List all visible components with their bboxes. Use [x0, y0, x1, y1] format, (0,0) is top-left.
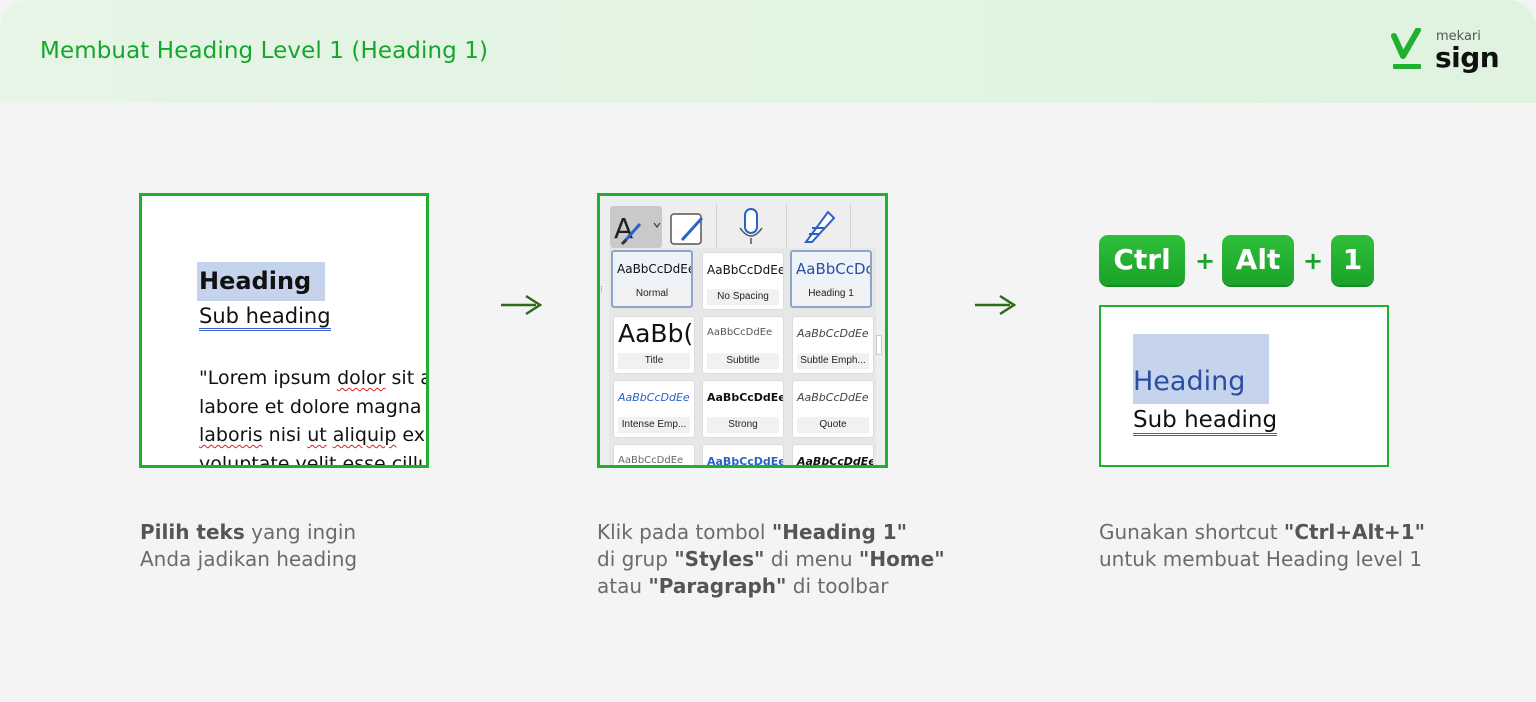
checkmark-logo-icon — [1391, 28, 1421, 69]
style-sample: AaBbCcDdEe — [618, 391, 690, 404]
heading-1-text: Heading — [1133, 334, 1269, 404]
caption-text: di menu — [764, 547, 859, 571]
body-line: voluptate velit esse cillu — [199, 452, 429, 468]
style-sample: AaBbCcDdEe — [618, 455, 684, 466]
style-sample: AaBbCcDdEe — [707, 391, 783, 404]
caption-text: untuk membuat Heading level 1 — [1099, 547, 1423, 571]
page-title: Membuat Heading Level 1 (Heading 1) — [40, 38, 489, 64]
caption-text: Gunakan shortcut — [1099, 520, 1284, 544]
style-label: Intense Emp... — [618, 417, 690, 433]
style-subtitle[interactable]: AaBbCcDdEe Subtitle — [702, 316, 784, 374]
toolbar-separator — [850, 204, 851, 248]
style-more-1[interactable]: AaBbCcDdEe — [613, 444, 695, 466]
style-more-2[interactable]: AaBbCcDdEe — [702, 444, 784, 468]
plus-sign: + — [1195, 247, 1216, 275]
style-label: Quote — [797, 417, 869, 433]
style-sample: AaBbCcDdEe — [617, 262, 691, 276]
ruler-mark: ⁝ — [600, 284, 603, 294]
style-more-3[interactable]: AaBbCcDdEe — [792, 444, 874, 468]
editor-button[interactable] — [798, 206, 842, 248]
body-line: labore et dolore magna — [199, 395, 422, 418]
document-preview-heading-applied: Heading Sub heading — [1099, 305, 1389, 467]
style-quote[interactable]: AaBbCcDdEe Quote — [792, 380, 874, 438]
style-label: No Spacing — [707, 289, 779, 305]
caption-bold: "Styles" — [674, 547, 765, 571]
style-normal[interactable]: AaBbCcDdEe Normal — [611, 250, 693, 308]
style-label: Title — [618, 353, 690, 369]
subheading-text: Sub heading — [199, 304, 331, 331]
gallery-scroll-handle[interactable] — [876, 335, 882, 355]
style-sample: AaBbCcDdEe — [707, 263, 783, 277]
caption-bold: "Paragraph" — [648, 574, 787, 598]
style-label: Heading 1 — [796, 286, 866, 302]
step1-caption: Pilih teks yang ingin Anda jadikan headi… — [140, 519, 357, 573]
styles-pane-button[interactable] — [668, 206, 708, 248]
editor-pen-icon — [804, 210, 836, 243]
style-sample: AaBbCcDdEe — [797, 455, 873, 468]
styles-pane-icon — [670, 213, 704, 245]
step3-caption: Gunakan shortcut "Ctrl+Alt+1" untuk memb… — [1099, 519, 1425, 573]
caption-text: yang ingin — [244, 520, 357, 544]
caption-bold: Pilih teks — [140, 520, 245, 544]
style-label: Subtitle — [707, 353, 779, 369]
style-sample: AaBbCcDdEe — [707, 455, 783, 468]
caption-text: Klik pada tombol — [597, 520, 772, 544]
document-preview-select-text: Heading Sub heading "Lorem ipsum dolor s… — [139, 193, 429, 468]
body-line: laboris nisi ut aliquip ex — [199, 424, 426, 446]
caption-text: di toolbar — [786, 574, 889, 598]
lorem-body-text: "Lorem ipsum dolor sit a labore et dolor… — [199, 364, 429, 468]
style-sample: AaBbCcDdEe — [707, 327, 773, 338]
subheading-text: Sub heading — [1133, 407, 1278, 436]
caption-bold: "Ctrl+Alt+1" — [1283, 520, 1426, 544]
caption-bold: "Heading 1" — [771, 520, 908, 544]
dictate-button[interactable] — [732, 206, 772, 248]
header-bar: Membuat Heading Level 1 (Heading 1) meka… — [0, 0, 1536, 103]
text-style-button[interactable]: A — [610, 206, 662, 248]
text-style-icon: A — [614, 212, 661, 246]
toolbar-separator — [716, 204, 717, 248]
style-sample: AaBbCcDdEe — [797, 391, 869, 404]
style-heading-1[interactable]: AaBbCcDc Heading 1 — [790, 250, 872, 308]
caption-text: Anda jadikan heading — [140, 547, 358, 571]
word-styles-gallery: A ⁝ AaBbCcDdEe Normal AaBbCcDdEe No Spac… — [597, 193, 888, 468]
microphone-icon — [739, 208, 763, 244]
style-sample: AaBbCcDdEe — [797, 327, 869, 340]
style-strong[interactable]: AaBbCcDdEe Strong — [702, 380, 784, 438]
key-1: 1 — [1331, 235, 1374, 285]
logo-text-big: sign — [1435, 41, 1500, 74]
plus-sign: + — [1303, 247, 1324, 275]
style-subtle-emphasis[interactable]: AaBbCcDdEe Subtle Emph... — [792, 316, 874, 374]
style-label: Subtle Emph... — [797, 353, 869, 369]
body-line: "Lorem ipsum dolor sit a — [199, 367, 429, 389]
caption-text: atau — [597, 574, 649, 598]
style-sample: AaBb( — [618, 319, 694, 348]
caption-text: di grup — [597, 547, 675, 571]
arrow-right-icon — [975, 294, 1016, 316]
arrow-right-icon — [501, 294, 542, 316]
step2-caption: Klik pada tombol "Heading 1" di grup "St… — [597, 519, 945, 600]
styles-grid: AaBbCcDdEe Normal AaBbCcDdEe No Spacing … — [609, 248, 876, 468]
key-ctrl: Ctrl — [1099, 235, 1185, 285]
style-intense-emphasis[interactable]: AaBbCcDdEe Intense Emp... — [613, 380, 695, 438]
caption-bold: "Home" — [858, 547, 945, 571]
selected-heading-text[interactable]: Heading — [197, 262, 325, 301]
toolbar-separator — [786, 204, 787, 248]
svg-text:A: A — [614, 212, 633, 245]
style-label: Strong — [707, 417, 779, 433]
mekari-sign-logo: mekari sign — [1390, 28, 1500, 76]
style-title[interactable]: AaBb( Title — [613, 316, 695, 374]
style-sample: AaBbCcDc — [796, 260, 870, 278]
style-no-spacing[interactable]: AaBbCcDdEe No Spacing — [702, 252, 784, 310]
key-alt: Alt — [1222, 235, 1294, 285]
style-label: Normal — [617, 286, 687, 302]
